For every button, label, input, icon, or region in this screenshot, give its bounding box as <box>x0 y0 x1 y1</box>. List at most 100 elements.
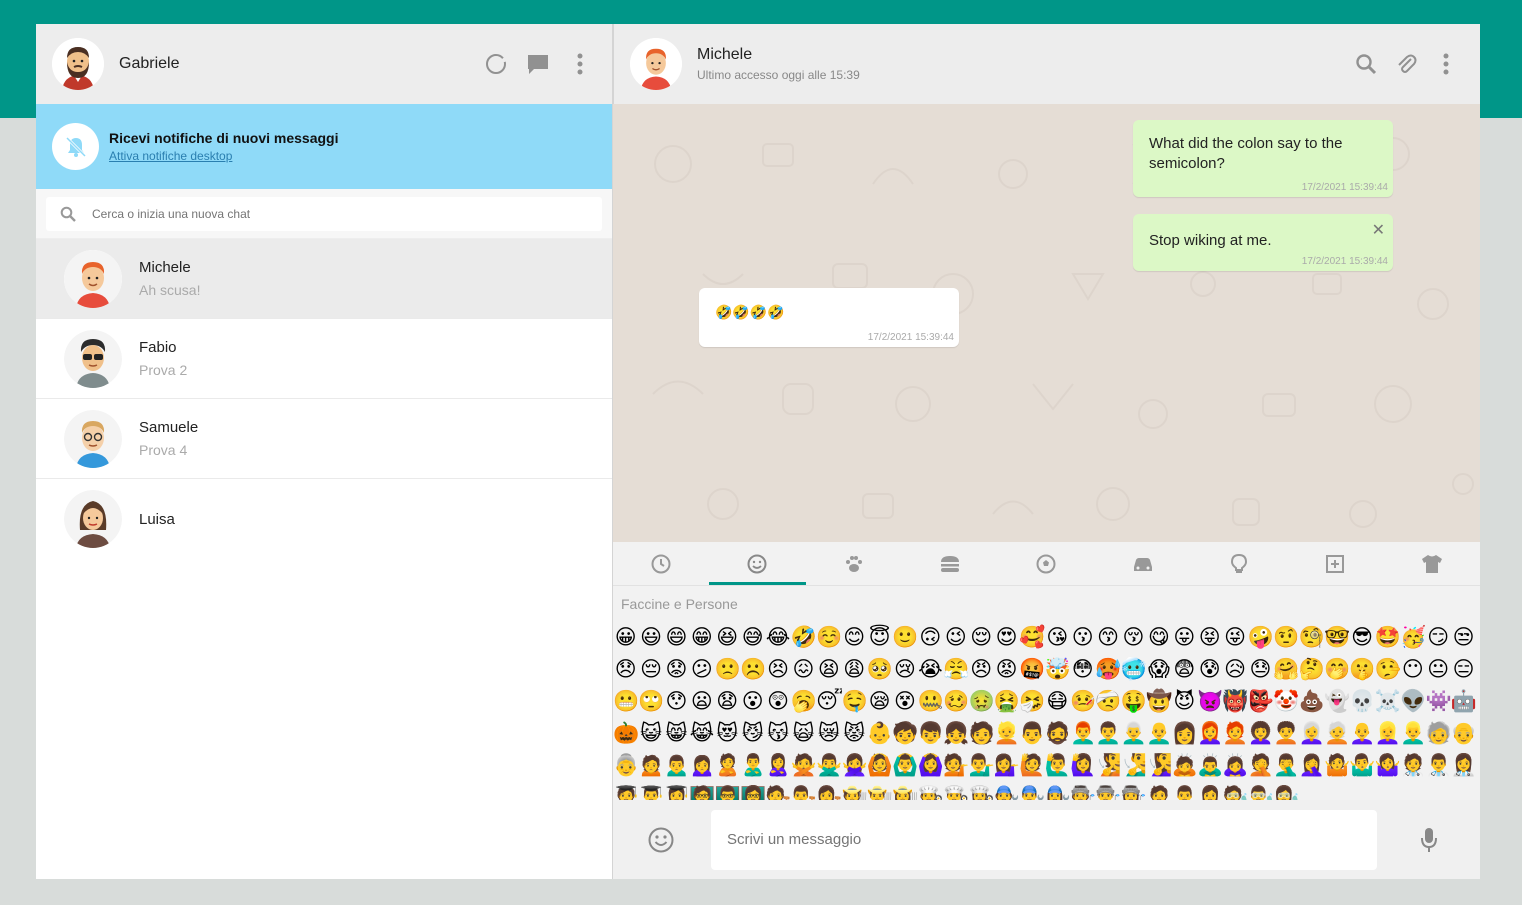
emoji-item[interactable]: 🤗 <box>1273 653 1298 685</box>
emoji-item[interactable]: 👩‍🔧 <box>1045 781 1070 800</box>
emoji-item[interactable]: 🤧 <box>1019 685 1044 717</box>
emoji-item[interactable]: 😤 <box>943 653 968 685</box>
emoji-item[interactable]: 😡 <box>994 653 1019 685</box>
emoji-item[interactable]: 😁 <box>689 621 714 653</box>
emoji-item[interactable]: 👨‍🦲 <box>1146 717 1171 749</box>
emoji-item[interactable]: 👶 <box>867 717 892 749</box>
emoji-item[interactable]: 😂 <box>765 621 791 653</box>
emoji-item[interactable]: 💁‍♂️ <box>968 749 993 781</box>
emoji-item[interactable]: ☺️ <box>816 621 841 653</box>
emoji-item[interactable]: 🧑‍🔧 <box>994 781 1019 800</box>
emoji-item[interactable]: 🙍‍♂️ <box>664 749 689 781</box>
emoji-item[interactable]: 🙋‍♂️ <box>1045 749 1070 781</box>
emoji-item[interactable]: 👩‍🔬 <box>1273 781 1298 800</box>
emoji-item[interactable]: 🥵 <box>1095 653 1120 685</box>
emoji-item[interactable]: 😃 <box>638 621 663 653</box>
emoji-item[interactable]: 🧏‍♂️ <box>1121 749 1146 781</box>
emoji-item[interactable]: 👨‍🔬 <box>1248 781 1273 800</box>
emoji-item[interactable]: 👱‍♀️ <box>1375 717 1400 749</box>
emoji-item[interactable]: 😋 <box>1146 621 1171 653</box>
emoji-item[interactable]: 😭 <box>918 653 943 685</box>
emoji-item[interactable]: 👩 <box>1172 717 1197 749</box>
emoji-item[interactable]: 😽 <box>765 717 790 749</box>
emoji-item[interactable]: 🙀 <box>791 717 816 749</box>
tab-bulb-icon[interactable] <box>1191 542 1287 585</box>
emoji-item[interactable]: 👨‍🦳 <box>1121 717 1146 749</box>
emoji-item[interactable]: 🙅‍♀️ <box>842 749 867 781</box>
emoji-item[interactable]: 👺 <box>1248 685 1273 717</box>
emoji-item[interactable]: 🧑‍⚕️ <box>1400 749 1425 781</box>
emoji-item[interactable]: 👨‍🎓 <box>638 781 663 800</box>
emoji-item[interactable]: 😥 <box>1222 653 1247 685</box>
emoji-item[interactable]: 😠 <box>968 653 993 685</box>
emoji-item[interactable]: 😶 <box>1400 653 1425 685</box>
emoji-item[interactable]: 😅 <box>740 621 765 653</box>
emoji-item[interactable]: 🧓 <box>1426 717 1451 749</box>
emoji-item[interactable]: 😟 <box>664 653 689 685</box>
emoji-item[interactable]: 🙁 <box>715 653 740 685</box>
emoji-item[interactable]: 🙇 <box>1172 749 1197 781</box>
message-bubble-sent[interactable]: What did the colon say to the semicolon?… <box>1133 120 1393 197</box>
emoji-item[interactable]: 🤫 <box>1349 653 1374 685</box>
emoji-item[interactable]: 🧏‍♀️ <box>1146 749 1171 781</box>
emoji-item[interactable]: 👩‍🏫 <box>740 781 765 800</box>
emoji-item[interactable]: 💁 <box>943 749 968 781</box>
emoji-item[interactable]: 🧑‍🏭 <box>1070 781 1095 800</box>
emoji-item[interactable]: 🥶 <box>1121 653 1146 685</box>
emoji-item[interactable]: 🤦 <box>1248 749 1273 781</box>
emoji-item[interactable]: 🤦‍♂️ <box>1273 749 1298 781</box>
tab-burger-icon[interactable] <box>902 542 998 585</box>
emoji-item[interactable]: 🧑‍⚖️ <box>765 781 790 800</box>
smiley-icon[interactable] <box>647 826 675 854</box>
new-chat-icon[interactable] <box>526 52 550 76</box>
emoji-item[interactable]: 👻 <box>1324 685 1349 717</box>
emoji-item[interactable]: 😓 <box>1248 653 1273 685</box>
emoji-item[interactable]: 😑 <box>1451 653 1476 685</box>
emoji-item[interactable]: 🙅‍♂️ <box>816 749 841 781</box>
emoji-item[interactable]: 🥴 <box>943 685 968 717</box>
emoji-item[interactable]: 😐 <box>1426 653 1451 685</box>
emoji-item[interactable]: 👩‍🎓 <box>664 781 689 800</box>
emoji-item[interactable]: 🤡 <box>1273 685 1298 717</box>
emoji-item[interactable]: 🤢 <box>968 685 993 717</box>
emoji-item[interactable]: 👨‍💼 <box>1172 781 1197 800</box>
emoji-item[interactable]: 😄 <box>664 621 689 653</box>
emoji-item[interactable]: 🤨 <box>1273 621 1298 653</box>
emoji-item[interactable]: 😘 <box>1045 621 1070 653</box>
emoji-item[interactable]: 😩 <box>842 653 867 685</box>
emoji-item[interactable]: 😰 <box>1197 653 1222 685</box>
emoji-item[interactable]: 👩‍💼 <box>1197 781 1222 800</box>
tab-smiley-icon[interactable] <box>709 542 806 585</box>
emoji-item[interactable]: 👨‍⚕️ <box>1426 749 1451 781</box>
close-icon[interactable]: ✕ <box>1372 220 1385 240</box>
emoji-item[interactable]: 😫 <box>816 653 841 685</box>
emoji-item[interactable]: 😸 <box>664 717 689 749</box>
emoji-item[interactable]: 🧑‍🔬 <box>1222 781 1247 800</box>
emoji-item[interactable]: 🧑‍🦱 <box>1273 717 1298 749</box>
emoji-item[interactable]: 👨‍🏫 <box>715 781 740 800</box>
emoji-item[interactable]: 🎃 <box>613 717 638 749</box>
emoji-item[interactable]: 🧏 <box>1095 749 1120 781</box>
emoji-item[interactable]: 🥺 <box>867 653 892 685</box>
emoji-item[interactable]: 😊 <box>842 621 867 653</box>
emoji-item[interactable]: 😙 <box>1095 621 1120 653</box>
emoji-item[interactable]: 👱 <box>994 717 1019 749</box>
emoji-item[interactable]: 😱 <box>1146 653 1171 685</box>
chat-item-samuele[interactable]: Samuele Prova 4 <box>36 399 612 479</box>
emoji-item[interactable]: 🙎‍♀️ <box>765 749 790 781</box>
emoji-item[interactable]: 😳 <box>1070 653 1095 685</box>
emoji-item[interactable]: 😔 <box>638 653 663 685</box>
emoji-item[interactable]: 👦 <box>918 717 943 749</box>
emoji-item[interactable]: 🤓 <box>1324 621 1349 653</box>
emoji-item[interactable]: 🧑‍🍳 <box>918 781 943 800</box>
message-input-box[interactable] <box>711 809 1377 870</box>
emoji-item[interactable]: 😻 <box>715 717 740 749</box>
emoji-item[interactable]: ☹️ <box>740 653 765 685</box>
tab-paw-icon[interactable] <box>806 542 902 585</box>
emoji-item[interactable]: 😖 <box>791 653 816 685</box>
emoji-item[interactable]: 😴 <box>816 685 841 717</box>
emoji-item[interactable]: 🤥 <box>1375 653 1400 685</box>
search-input[interactable] <box>92 207 492 221</box>
emoji-item[interactable]: 🤤 <box>842 685 867 717</box>
emoji-item[interactable]: 😗 <box>1070 621 1095 653</box>
